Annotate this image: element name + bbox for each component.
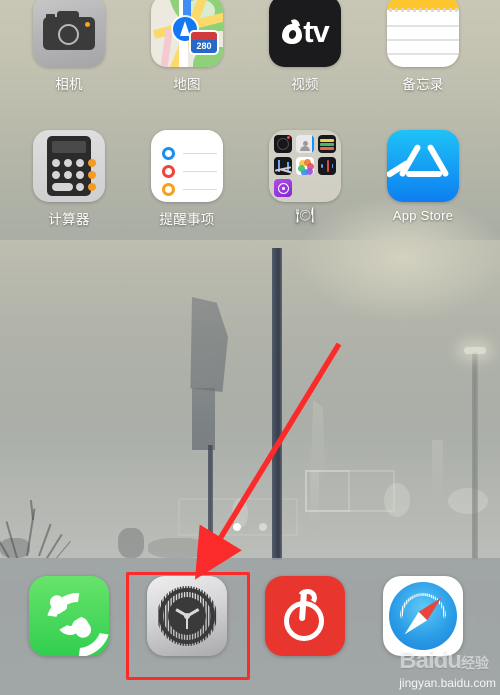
app-label: 相机 <box>55 77 83 92</box>
traffic-sign-box <box>192 388 215 450</box>
page-indicator[interactable] <box>0 523 500 531</box>
fog-haze-upper <box>0 240 500 440</box>
tree-branch <box>56 540 72 559</box>
calculator-icon[interactable] <box>33 130 105 202</box>
app-notes[interactable]: 备忘录 <box>364 0 482 93</box>
watermark-url: jingyan.baidu.com <box>399 676 496 690</box>
background-blob <box>448 488 488 514</box>
folder-icon[interactable] <box>269 130 341 202</box>
watermark-brand: Baidu经验 <box>399 649 496 675</box>
settings-gear-icon[interactable] <box>147 576 227 656</box>
app-label: 计算器 <box>48 212 90 227</box>
app-store-icon[interactable] <box>387 130 459 202</box>
app-label: 视频 <box>291 77 319 92</box>
watermark-brand-cn: 经验 <box>460 655 489 671</box>
background-blob <box>384 483 410 517</box>
app-app-store[interactable]: App Store <box>364 130 482 223</box>
page-dot-1[interactable] <box>233 523 241 531</box>
app-label: 地图 <box>173 77 201 92</box>
app-label: 备忘录 <box>402 77 444 92</box>
netease-music-icon[interactable] <box>265 576 345 656</box>
phone-icon[interactable] <box>29 576 109 656</box>
maps-icon[interactable]: 280 <box>151 0 223 67</box>
apple-tv-icon[interactable]: tv <box>269 0 341 67</box>
notes-icon[interactable] <box>387 0 459 67</box>
app-label: App Store <box>392 208 454 223</box>
reminders-icon[interactable] <box>151 130 223 202</box>
background-shadow <box>118 528 144 558</box>
mini-icon-photos <box>296 157 314 175</box>
mini-icon-podcasts <box>274 179 292 197</box>
dock-item-netease-music[interactable] <box>246 576 364 656</box>
app-maps[interactable]: 280 地图 <box>128 0 246 93</box>
page-dot-2[interactable] <box>259 523 267 531</box>
dock-item-phone[interactable] <box>10 576 128 656</box>
tv-wordmark: tv <box>303 13 330 49</box>
street-pole <box>272 248 282 560</box>
watermark: Baidu经验 jingyan.baidu.com <box>399 649 496 691</box>
mini-icon-voice-memos <box>318 157 336 175</box>
app-label: 提醒事项 <box>159 212 215 227</box>
apple-logo-icon <box>281 18 303 44</box>
highway-shield-number: 280 <box>196 41 212 51</box>
camera-icon[interactable] <box>33 0 105 67</box>
app-calculator[interactable]: 计算器 <box>10 130 128 228</box>
app-reminders[interactable]: 提醒事项 <box>128 130 246 228</box>
dock-item-safari[interactable] <box>364 576 482 656</box>
mini-icon-watch <box>274 135 292 153</box>
mini-icon-wallet <box>318 135 336 153</box>
watermark-brand-latin: Baidu <box>399 647 462 674</box>
traffic-sign-head <box>190 297 228 392</box>
safari-compass-icon[interactable] <box>383 576 463 656</box>
traffic-sign-pole <box>208 445 213 560</box>
highway-shield: 280 <box>189 30 219 55</box>
background-frame <box>305 470 350 512</box>
background-structure <box>432 440 443 502</box>
lamp-head-glow <box>464 347 486 354</box>
mini-icon-contacts <box>296 135 314 153</box>
folder-label: 🍽 <box>295 207 315 224</box>
dock-item-settings[interactable] <box>128 576 246 656</box>
home-screen-app-grid: 相机 280 地图 tv 视频 备忘录 计算器 提醒事项 🍽 App Store <box>0 0 500 250</box>
app-camera[interactable]: 相机 <box>10 0 128 93</box>
background-shadow <box>148 538 208 558</box>
app-tv[interactable]: tv 视频 <box>246 0 364 93</box>
mini-icon-stocks <box>274 157 292 175</box>
app-folder[interactable]: 🍽 <box>246 130 364 224</box>
